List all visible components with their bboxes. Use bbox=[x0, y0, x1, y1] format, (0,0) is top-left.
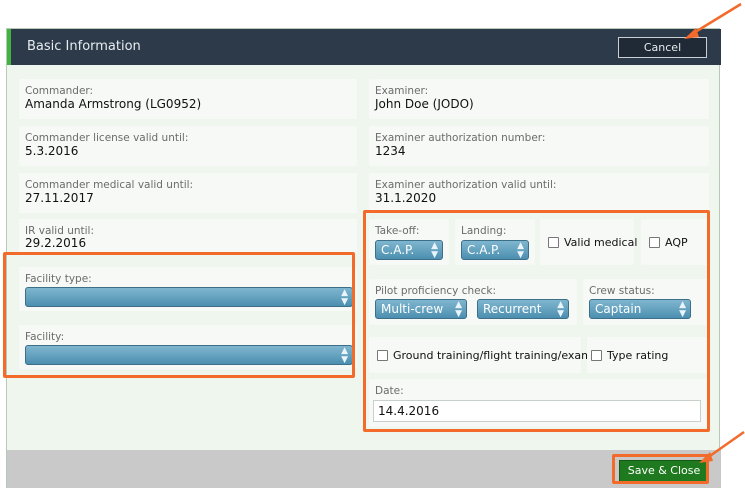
cancel-pointer-arrow-icon bbox=[684, 2, 742, 39]
annotation-arrows bbox=[684, 2, 745, 463]
save-pointer-arrow-icon bbox=[699, 430, 745, 463]
